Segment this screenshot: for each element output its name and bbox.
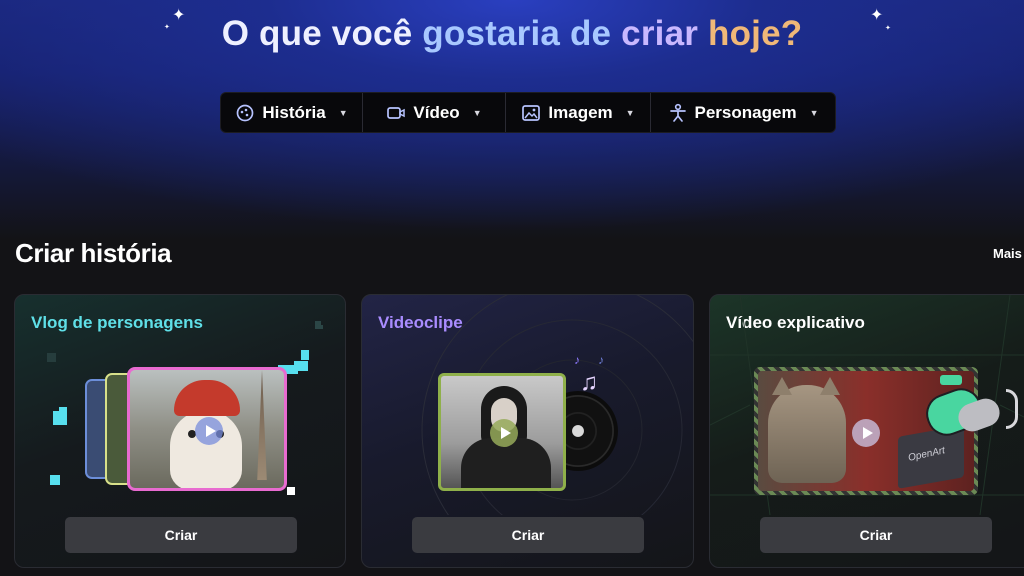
- tab-label: Personagem: [694, 102, 797, 122]
- video-icon: [386, 105, 406, 121]
- tab-label: Vídeo: [413, 102, 460, 122]
- tab-imagem[interactable]: Imagem ▼: [506, 93, 651, 132]
- image-icon: [521, 104, 541, 122]
- creation-type-tabs: História ▼ Vídeo ▼ Imagem ▼ Personagem ▼: [220, 92, 836, 133]
- create-button[interactable]: Criar: [65, 517, 297, 553]
- music-note-icon: ♪: [598, 353, 604, 367]
- chevron-down-icon: ▼: [338, 107, 348, 118]
- card-illustration: OpenArt: [710, 295, 1024, 515]
- chevron-down-icon: ▼: [809, 107, 819, 118]
- chevron-down-icon: ▼: [472, 107, 482, 118]
- headline-part: criar: [621, 14, 708, 53]
- card-videoclipe[interactable]: Videoclipe ♫ ♪ ♪ Criar: [361, 294, 694, 568]
- music-note-icon: ♪: [574, 353, 580, 367]
- create-button[interactable]: Criar: [412, 517, 644, 553]
- story-icon: [235, 103, 255, 123]
- music-note-icon: ♫: [580, 369, 598, 396]
- card-video-explicativo[interactable]: Vídeo explicativo OpenArt Criar: [709, 294, 1024, 568]
- headline-part: gostaria de: [422, 14, 622, 53]
- card-illustration: ♫ ♪ ♪: [362, 295, 693, 515]
- page-headline: O que você gostaria de criar hoje?: [0, 14, 1024, 54]
- chevron-down-icon: ▼: [625, 107, 635, 118]
- headline-part: O que você: [221, 14, 423, 53]
- tab-historia[interactable]: História ▼: [221, 93, 363, 132]
- headline-part: hoje?: [707, 14, 803, 53]
- tab-personagem[interactable]: Personagem ▼: [651, 93, 835, 132]
- card-illustration: [15, 295, 345, 515]
- character-icon: [668, 103, 688, 123]
- more-link[interactable]: Mais: [993, 246, 1022, 261]
- tab-label: História: [262, 102, 326, 122]
- card-vlog-de-personagens[interactable]: Vlog de personagens Criar: [14, 294, 346, 568]
- tab-video[interactable]: Vídeo ▼: [363, 93, 506, 132]
- tab-label: Imagem: [548, 102, 613, 122]
- section-title: Criar história: [15, 238, 172, 268]
- create-button[interactable]: Criar: [760, 517, 992, 553]
